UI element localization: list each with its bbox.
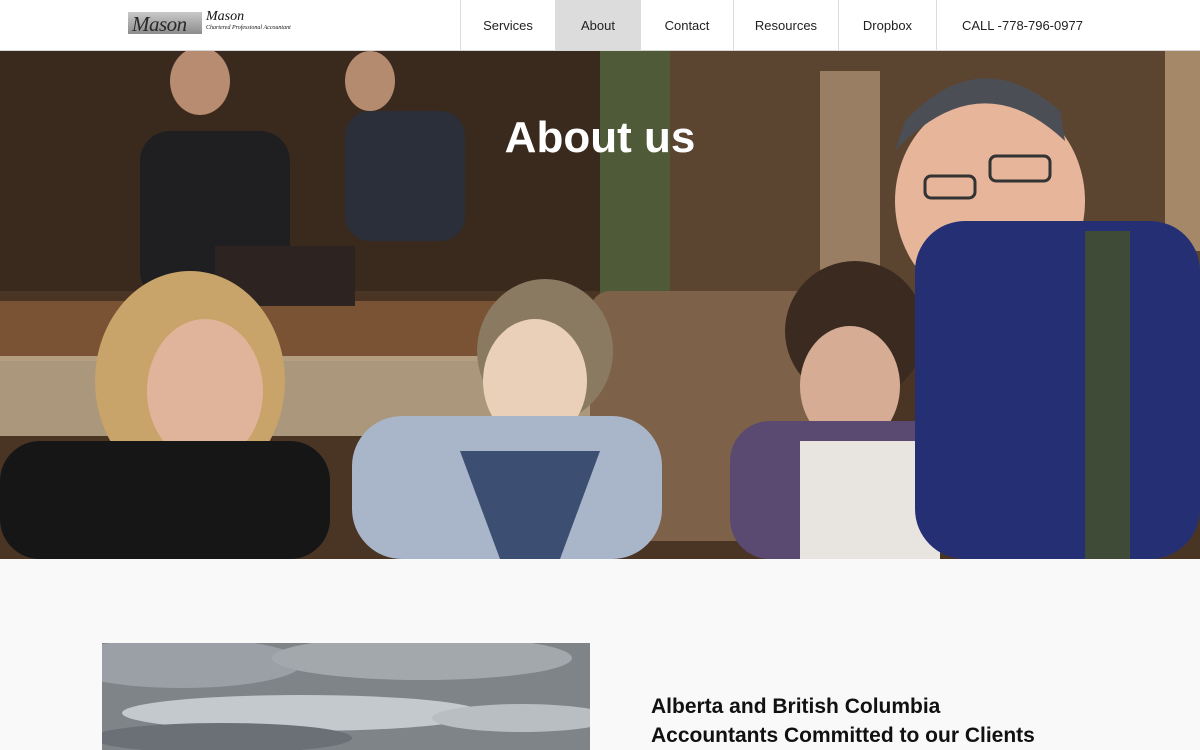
logo-mark: Mason (128, 12, 202, 36)
nav-call-phone[interactable]: CALL -778-796-0977 (936, 0, 1100, 50)
nav-resources[interactable]: Resources (733, 0, 838, 50)
logo-name: Mason (206, 9, 245, 24)
logo-mark-text: Mason (132, 12, 187, 36)
nav-dropbox[interactable]: Dropbox (838, 0, 936, 50)
about-section: Alberta and British Columbia Accountants… (0, 559, 1200, 750)
nav-services[interactable]: Services (460, 0, 555, 50)
main-nav: Services About Contact Resources Dropbox… (460, 0, 1100, 50)
site-header: Mason Mason Chartered Professional Accou… (0, 0, 1200, 51)
section-headline: Alberta and British Columbia Accountants… (651, 692, 1111, 750)
mason-logo[interactable]: Mason Mason Chartered Professional Accou… (128, 9, 304, 36)
landscape-photo (102, 643, 590, 750)
cloudy-sky-image (102, 643, 590, 750)
logo-tagline: Chartered Professional Accountant (206, 25, 291, 31)
headline-line-2: Accountants Committed to our Clients (651, 724, 1035, 747)
page-title: About us (504, 113, 696, 162)
headline-line-1: Alberta and British Columbia (651, 695, 941, 718)
nav-contact[interactable]: Contact (640, 0, 733, 50)
nav-about[interactable]: About (555, 0, 640, 50)
hero-banner: About us (0, 51, 1200, 559)
